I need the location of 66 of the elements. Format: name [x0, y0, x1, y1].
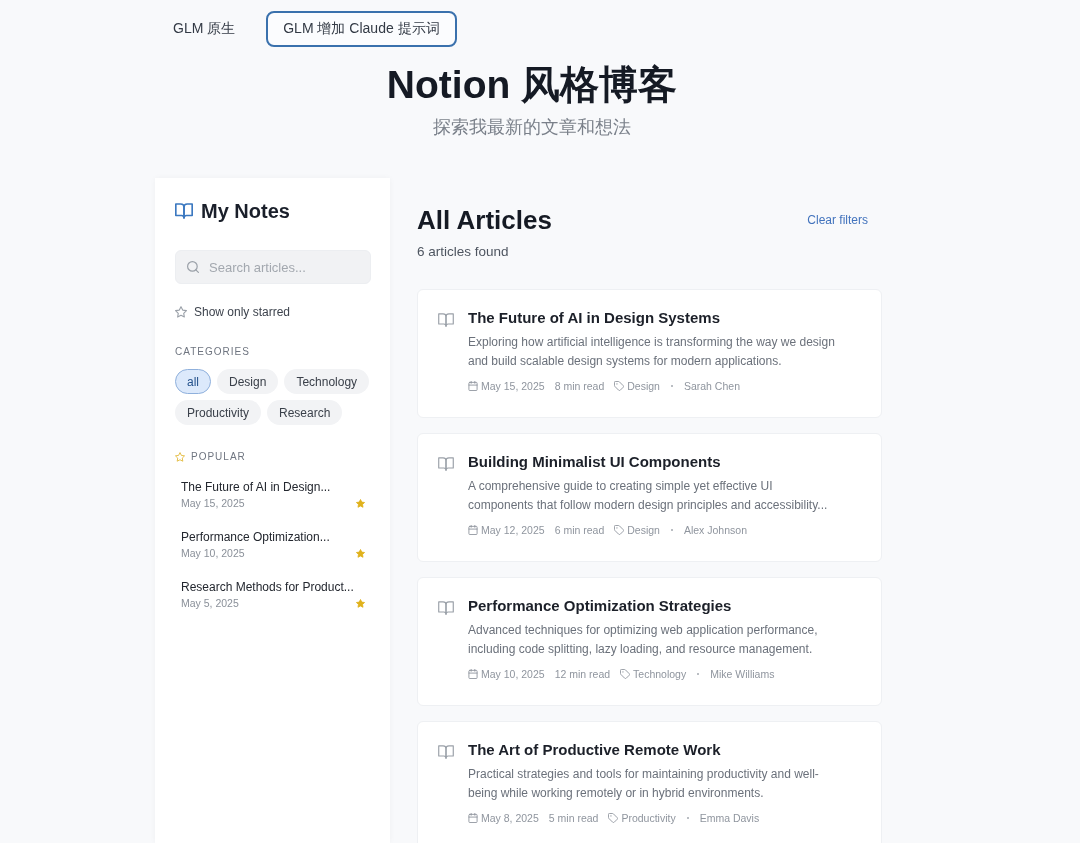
search-icon — [187, 261, 199, 273]
category-chip[interactable]: Productivity — [175, 400, 262, 425]
article-excerpt: Practical strategies and tools for maintaining productivity and well-being while working remotely or in hybrid environments. — [468, 766, 820, 802]
section-title: All Articles — [417, 204, 552, 236]
book-icon — [438, 745, 454, 759]
sidebar-title: My Notes — [201, 199, 290, 223]
page-title: Notion 风格博客 — [386, 62, 678, 108]
tab[interactable]: GLM 原生 — [156, 11, 253, 47]
popular-article-link[interactable]: The Future of AI in Design... — [181, 479, 365, 496]
article-author: Alex Johnson — [683, 524, 747, 536]
popular-heading: POPULAR — [191, 450, 246, 464]
popular-article-link[interactable]: Research Methods for Product... — [181, 579, 365, 596]
article-card[interactable] — [417, 433, 882, 562]
calendar-icon — [468, 813, 478, 823]
clear-filters-link[interactable]: Clear filters — [803, 211, 872, 229]
popular-article-date: May 5, 2025 — [181, 596, 240, 610]
category-chip[interactable]: Technology — [284, 369, 370, 394]
article-card[interactable] — [417, 721, 882, 843]
article-category: Design — [627, 524, 660, 536]
category-chip[interactable]: Design — [217, 369, 279, 394]
article-title: Performance Optimization Strategies — [468, 596, 733, 616]
search-field[interactable]: Search articles... — [175, 250, 371, 284]
page-subtitle: 探索我最新的文章和想法 — [433, 116, 631, 139]
starred-filter-toggle[interactable]: Show only starred — [175, 303, 291, 321]
popular-article-link[interactable]: Performance Optimization... — [181, 529, 365, 546]
article-category: Productivity — [621, 812, 676, 824]
article-title: Building Minimalist UI Components — [468, 452, 722, 472]
tag-icon — [614, 381, 625, 391]
read-time: 5 min read — [548, 812, 599, 824]
article-excerpt: Advanced techniques for optimizing web application performance, including code splitting, lazy loading, and resource management. — [468, 622, 819, 658]
category-chip[interactable]: Research — [267, 400, 343, 425]
read-time: 12 min read — [554, 668, 611, 680]
popular-article-date: May 15, 2025 — [181, 496, 246, 510]
article-excerpt: Exploring how artificial intelligence is transforming the way we design and build scalable design systems for modern applications. — [468, 334, 836, 370]
article-excerpt: A comprehensive guide to creating simple yet effective UI components that follow modern design principles and accessibility... — [468, 478, 829, 514]
tag-icon — [608, 813, 619, 823]
article-date: May 12, 2025 — [481, 524, 545, 536]
article-date: May 8, 2025 — [481, 812, 539, 824]
categories-heading: CATEGORIES — [175, 345, 251, 359]
article-author: Mike Williams — [710, 668, 775, 680]
read-time: 6 min read — [554, 524, 605, 536]
tab[interactable]: GLM 增加 Claude 提示词 — [266, 11, 457, 47]
book-icon — [175, 203, 193, 219]
results-count: 6 articles found — [417, 243, 510, 261]
article-category: Technology — [633, 668, 687, 680]
category-chip[interactable]: all — [175, 369, 211, 394]
tag-icon — [620, 669, 631, 679]
article-date: May 10, 2025 — [481, 668, 545, 680]
read-time: 8 min read — [554, 380, 605, 392]
book-icon — [438, 457, 454, 471]
book-icon — [438, 601, 454, 615]
calendar-icon — [468, 669, 478, 679]
article-title: The Art of Productive Remote Work — [468, 740, 722, 760]
article-card[interactable] — [417, 289, 882, 418]
article-card[interactable] — [417, 577, 882, 706]
popular-article-date: May 10, 2025 — [181, 546, 246, 560]
tag-icon — [614, 525, 625, 535]
article-date: May 15, 2025 — [481, 380, 545, 392]
article-author: Emma Davis — [699, 812, 760, 824]
calendar-icon — [468, 381, 478, 391]
article-category: Design — [627, 380, 660, 392]
article-title: The Future of AI in Design Systems — [468, 308, 721, 328]
star-icon — [175, 452, 185, 462]
calendar-icon — [468, 525, 478, 535]
article-author: Sarah Chen — [683, 380, 740, 392]
book-icon — [438, 313, 454, 327]
